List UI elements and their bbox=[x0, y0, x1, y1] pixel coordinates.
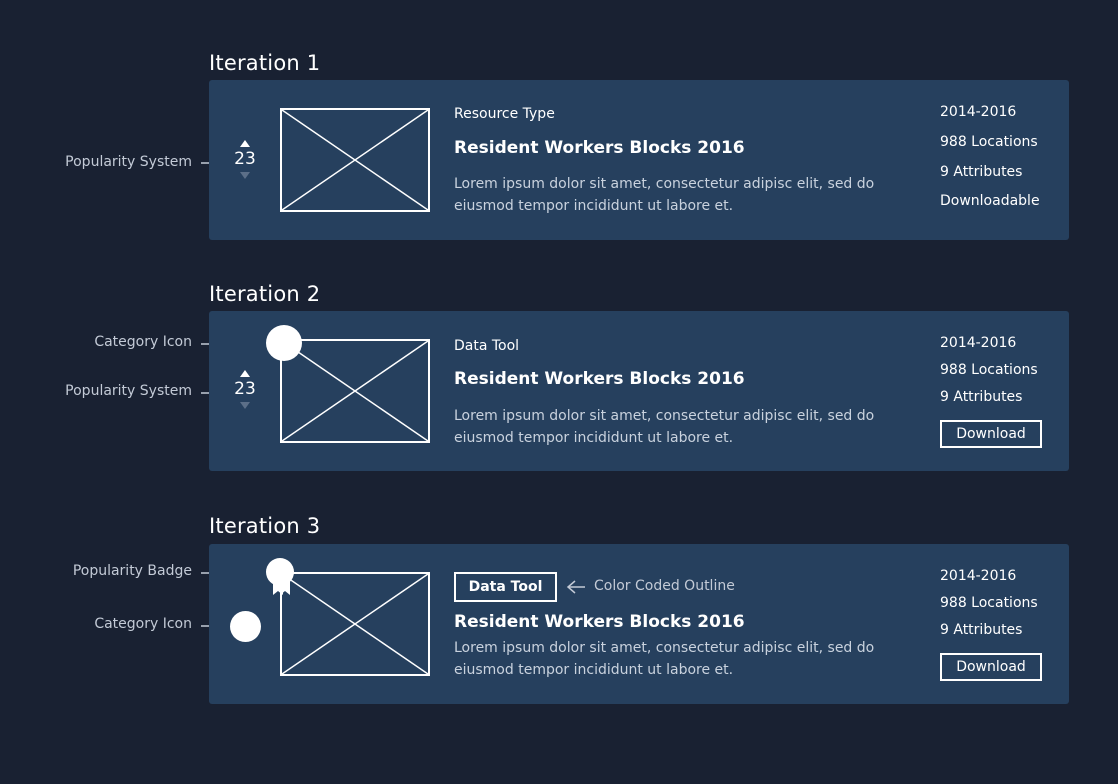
download-button[interactable]: Download bbox=[940, 653, 1042, 681]
upvote-icon[interactable] bbox=[240, 140, 250, 147]
meta-attributes: 9 Attributes bbox=[940, 389, 1023, 405]
popularity-badge-icon bbox=[266, 558, 294, 595]
popularity-vote: 23 bbox=[230, 140, 260, 179]
vote-count: 23 bbox=[234, 379, 256, 399]
annotation-popularity-system: Popularity System bbox=[65, 154, 192, 170]
category-icon bbox=[266, 325, 302, 361]
resource-description: Lorem ipsum dolor sit amet, consectetur … bbox=[454, 408, 875, 446]
upvote-icon[interactable] bbox=[240, 370, 250, 377]
meta-attributes: 9 Attributes bbox=[940, 164, 1023, 180]
resource-card-3[interactable]: Data Tool Color Coded Outline Resident W… bbox=[209, 544, 1069, 704]
meta-locations: 988 Locations bbox=[940, 134, 1038, 150]
annotation-popularity-badge: Popularity Badge bbox=[72, 563, 192, 579]
meta-date-range: 2014-2016 bbox=[940, 335, 1017, 351]
image-placeholder bbox=[280, 108, 430, 212]
image-placeholder bbox=[280, 572, 430, 676]
downvote-icon[interactable] bbox=[240, 172, 250, 179]
meta-locations: 988 Locations bbox=[940, 362, 1038, 378]
resource-description: Lorem ipsum dolor sit amet, consectetur … bbox=[454, 640, 875, 678]
wireframe-diagram: Iteration 1 Popularity System 23 Resourc… bbox=[0, 0, 1118, 784]
annotation-popularity-system: Popularity System bbox=[65, 383, 192, 399]
annotation-category-icon: Category Icon bbox=[94, 334, 192, 350]
download-button[interactable]: Download bbox=[940, 420, 1042, 448]
meta-downloadable: Downloadable bbox=[940, 193, 1040, 209]
category-icon bbox=[230, 611, 261, 642]
annotation-color-coded-outline: Color Coded Outline bbox=[594, 578, 735, 594]
meta-attributes: 9 Attributes bbox=[940, 622, 1023, 638]
resource-type: Resource Type bbox=[454, 106, 555, 122]
meta-locations: 988 Locations bbox=[940, 595, 1038, 611]
category-tag: Data Tool bbox=[454, 572, 557, 602]
iteration-3-title: Iteration 3 bbox=[209, 514, 321, 538]
resource-card-1[interactable]: 23 Resource Type Resident Workers Blocks… bbox=[209, 80, 1069, 240]
resource-description: Lorem ipsum dolor sit amet, consectetur … bbox=[454, 176, 875, 214]
resource-card-2[interactable]: 23 Data Tool Resident Workers Blocks 201… bbox=[209, 311, 1069, 471]
resource-title[interactable]: Resident Workers Blocks 2016 bbox=[454, 369, 745, 389]
vote-count: 23 bbox=[234, 149, 256, 169]
iteration-2-title: Iteration 2 bbox=[209, 282, 321, 306]
annotation-arrow-icon bbox=[566, 580, 585, 594]
meta-date-range: 2014-2016 bbox=[940, 568, 1017, 584]
iteration-1-title: Iteration 1 bbox=[209, 51, 321, 75]
meta-date-range: 2014-2016 bbox=[940, 104, 1017, 120]
resource-title[interactable]: Resident Workers Blocks 2016 bbox=[454, 612, 745, 632]
downvote-icon[interactable] bbox=[240, 402, 250, 409]
resource-title[interactable]: Resident Workers Blocks 2016 bbox=[454, 138, 745, 158]
image-placeholder bbox=[280, 339, 430, 443]
resource-type: Data Tool bbox=[454, 338, 520, 354]
popularity-vote: 23 bbox=[230, 370, 260, 409]
annotation-category-icon: Category Icon bbox=[94, 616, 192, 632]
